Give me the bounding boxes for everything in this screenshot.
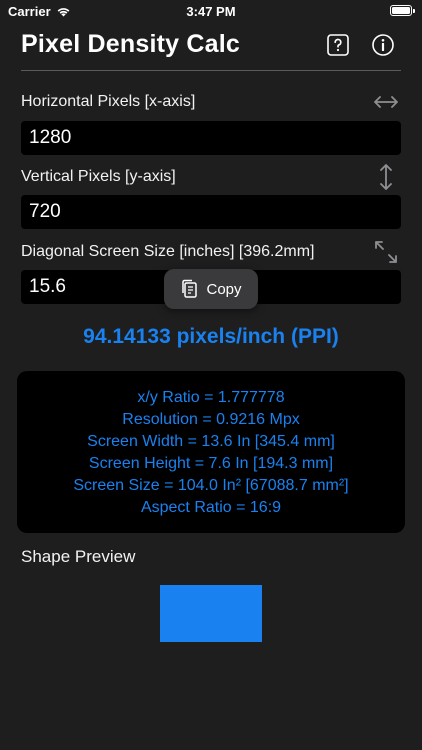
horizontal-pixels-input[interactable]: 1280 bbox=[21, 121, 401, 155]
diagonal-size-label: Diagonal Screen Size [inches] [396.2mm] bbox=[21, 243, 315, 260]
clipboard-icon bbox=[182, 279, 198, 298]
horizontal-arrows-icon bbox=[372, 88, 400, 116]
screen-width-result: Screen Width = 13.6 In [345.4 mm] bbox=[87, 433, 335, 450]
shape-preview-rectangle bbox=[160, 585, 262, 642]
question-square-icon[interactable] bbox=[326, 33, 350, 57]
battery-icon bbox=[390, 5, 415, 16]
ratio-result: x/y Ratio = 1.777778 bbox=[137, 389, 285, 406]
diagonal-arrows-icon bbox=[372, 238, 400, 266]
screen-height-result: Screen Height = 7.6 In [194.3 mm] bbox=[88, 455, 334, 472]
status-time: 3:47 PM bbox=[186, 4, 236, 19]
header-divider bbox=[21, 70, 401, 71]
resolution-result: Resolution = 0.9216 Mpx bbox=[122, 411, 300, 428]
vertical-pixels-label: Vertical Pixels [y-axis] bbox=[21, 168, 176, 185]
aspect-ratio-result: Aspect Ratio = 16:9 bbox=[140, 499, 282, 516]
status-bar: Carrier 3:47 PM bbox=[0, 0, 422, 22]
info-circle-icon[interactable] bbox=[371, 33, 395, 57]
shape-preview-label: Shape Preview bbox=[21, 547, 136, 566]
copy-menu-button[interactable]: Copy bbox=[164, 269, 258, 309]
screen-size-result: Screen Size = 104.0 In² [67088.7 mm²] bbox=[73, 477, 349, 494]
horizontal-pixels-label: Horizontal Pixels [x-axis] bbox=[21, 93, 196, 110]
vertical-pixels-input[interactable]: 720 bbox=[21, 195, 401, 229]
results-panel: x/y Ratio = 1.777778 Resolution = 0.9216… bbox=[17, 371, 405, 533]
copy-menu-label: Copy bbox=[206, 280, 242, 298]
vertical-arrows-icon bbox=[372, 163, 400, 191]
ppi-result: 94.14133 pixels/inch (PPI) bbox=[83, 325, 339, 348]
page-title: Pixel Density Calc bbox=[21, 30, 240, 58]
